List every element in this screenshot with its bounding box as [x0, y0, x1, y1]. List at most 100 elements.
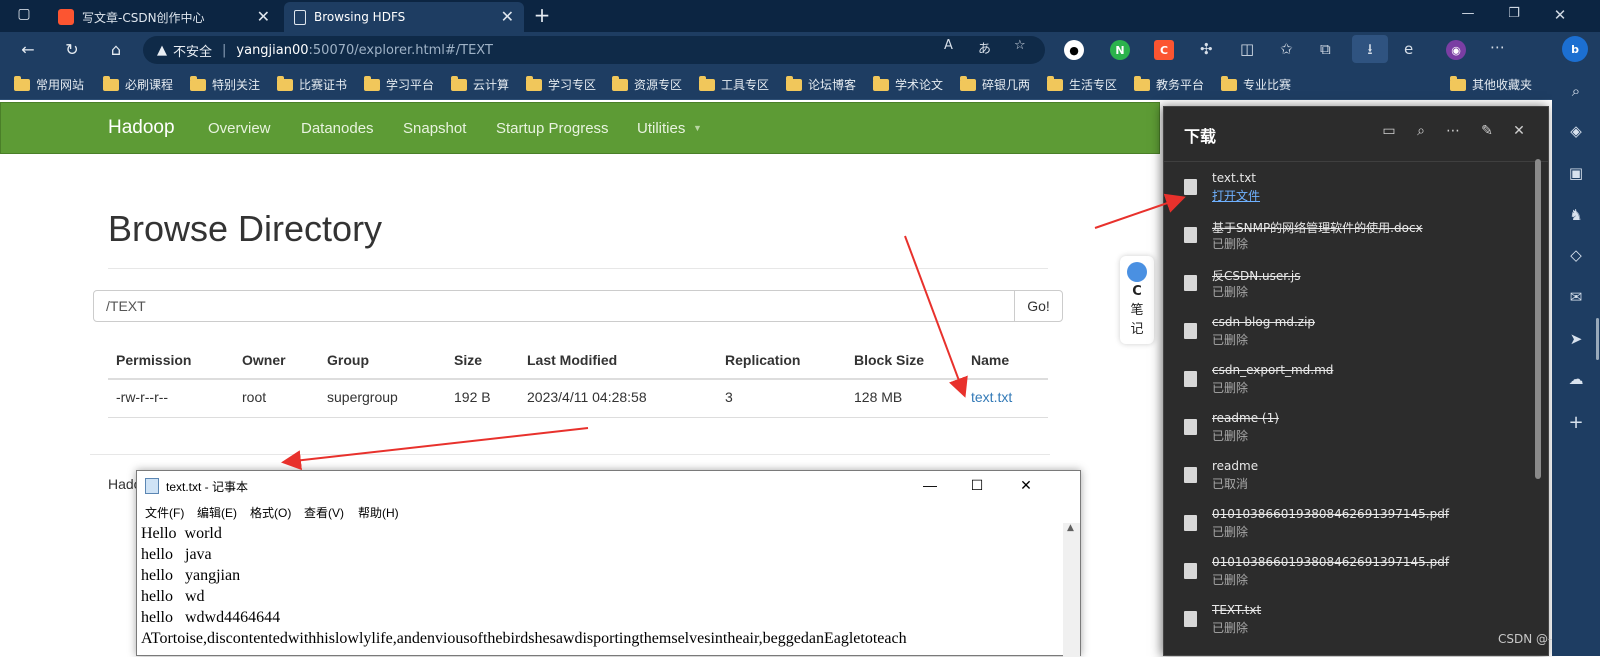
col-size[interactable]: Size — [454, 352, 482, 368]
open-folder-icon[interactable]: ▭ — [1379, 123, 1399, 139]
home-icon[interactable]: ⌂ — [104, 40, 128, 59]
send-icon[interactable]: ➤ — [1566, 330, 1586, 348]
more-options-icon[interactable]: ⋯ — [1443, 123, 1463, 139]
maximize-icon[interactable]: ☐ — [954, 477, 1000, 494]
hadoop-brand[interactable]: Hadoop — [108, 117, 175, 139]
close-window-icon[interactable]: ✕ — [1537, 6, 1583, 24]
bookmark-folder[interactable]: 学习专区 — [526, 75, 596, 93]
bookmark-folder-other[interactable]: 其他收藏夹 — [1450, 75, 1532, 93]
new-tab-icon[interactable]: + — [530, 3, 554, 27]
bookmark-folder[interactable]: 比赛证书 — [277, 75, 347, 93]
scroll-up-icon[interactable]: ▲ — [1067, 523, 1074, 533]
cloud-icon[interactable]: ☁ — [1566, 370, 1586, 388]
add-icon[interactable]: + — [1566, 412, 1586, 433]
extension-ghost-icon[interactable]: ● — [1064, 40, 1084, 60]
collections-icon[interactable]: ⧉ — [1320, 40, 1331, 58]
copilot-icon[interactable]: ◇ — [1566, 246, 1586, 264]
bookmark-folder[interactable]: 论坛博客 — [786, 75, 856, 93]
outlook-icon[interactable]: ✉ — [1566, 288, 1586, 306]
minimize-icon[interactable]: — — [1445, 6, 1491, 21]
more-menu-icon[interactable]: ⋯ — [1490, 38, 1505, 56]
download-item[interactable]: text.txt 打开文件 — [1164, 167, 1530, 215]
col-block-size[interactable]: Block Size — [854, 352, 924, 368]
bookmark-folder[interactable]: 资源专区 — [612, 75, 682, 93]
bookmark-folder[interactable]: 常用网站 — [14, 75, 84, 93]
bookmark-folder[interactable]: 生活专区 — [1047, 75, 1117, 93]
file-link-text-txt[interactable]: text.txt — [971, 389, 1012, 405]
bookmark-folder[interactable]: 特别关注 — [190, 75, 260, 93]
open-file-link[interactable]: 打开文件 — [1212, 187, 1260, 204]
tab-csdn[interactable]: 写文章-CSDN创作中心 ✕ — [48, 2, 280, 32]
download-item[interactable]: 01010386601938084626913971​45.pdf 已删除 — [1164, 503, 1530, 551]
bookmark-folder[interactable]: 工具专区 — [699, 75, 769, 93]
csdn-notes-tab[interactable]: C 笔 记 — [1120, 256, 1154, 344]
extension-csdn-icon[interactable]: C — [1154, 40, 1174, 60]
bookmark-folder[interactable]: 云计算 — [451, 75, 509, 93]
translate-icon[interactable]: あ — [978, 38, 991, 57]
sidebar-scrollbar[interactable] — [1596, 318, 1599, 360]
notepad-text-area[interactable]: Hello world hello java hello yangjian he… — [141, 523, 1046, 657]
split-screen-icon[interactable]: ◫ — [1240, 40, 1254, 58]
download-item[interactable]: TEXT.txt 已删除 — [1164, 599, 1530, 647]
extensions-puzzle-icon[interactable]: ✣ — [1200, 40, 1213, 58]
refresh-icon[interactable]: ↻ — [60, 40, 84, 59]
bookmark-folder[interactable]: 教务平台 — [1134, 75, 1204, 93]
downloads-scrollbar[interactable] — [1535, 159, 1541, 479]
go-button[interactable]: Go! — [1014, 290, 1063, 322]
col-name[interactable]: Name — [971, 352, 1009, 368]
nav-snapshot[interactable]: Snapshot — [403, 120, 466, 137]
bookmark-folder[interactable]: 碎银几两 — [960, 75, 1030, 93]
nav-startup-progress[interactable]: Startup Progress — [496, 120, 609, 137]
profile-avatar[interactable]: ◉ — [1446, 40, 1466, 60]
search-icon[interactable]: ⌕ — [1411, 123, 1431, 139]
download-item[interactable]: 基于SNMP的网络管理软件的使用.docx 已删除 — [1164, 215, 1530, 263]
nav-datanodes[interactable]: Datanodes — [301, 120, 374, 137]
unpin-icon[interactable]: ✎ — [1477, 123, 1497, 139]
menu-help[interactable]: 帮助(H) — [358, 504, 399, 521]
bing-chat-icon[interactable]: b — [1562, 36, 1588, 62]
menu-file[interactable]: 文件(F) — [145, 504, 184, 521]
toolbox-icon[interactable]: ▣ — [1566, 164, 1586, 182]
col-replication[interactable]: Replication — [725, 352, 800, 368]
download-item[interactable]: 0101038660193808462691397145.pdf 已删除 — [1164, 551, 1530, 599]
tab-actions-icon[interactable]: ▢ — [12, 6, 36, 22]
col-group[interactable]: Group — [327, 352, 369, 368]
ie-mode-icon[interactable]: e — [1404, 40, 1413, 58]
games-icon[interactable]: ♞ — [1566, 206, 1586, 224]
favorite-star-icon[interactable]: ☆ — [1014, 38, 1026, 53]
restore-icon[interactable]: ❐ — [1491, 6, 1537, 21]
bookmark-folder[interactable]: 必刷课程 — [103, 75, 173, 93]
close-tab-icon[interactable]: ✕ — [257, 7, 270, 26]
back-icon[interactable]: ← — [16, 40, 40, 59]
download-item[interactable]: csdn_export_md.md 已删除 — [1164, 359, 1530, 407]
nav-utilities[interactable]: Utilities — [637, 120, 685, 137]
directory-path-input[interactable]: /TEXT — [93, 290, 1015, 322]
menu-format[interactable]: 格式(O) — [250, 504, 291, 521]
col-last-modified[interactable]: Last Modified — [527, 352, 617, 368]
download-item[interactable]: csdn-blog-md.zip 已删除 — [1164, 311, 1530, 359]
col-permission[interactable]: Permission — [116, 352, 191, 368]
bookmark-folder[interactable]: 学术论文 — [873, 75, 943, 93]
notepad-scrollbar[interactable]: ▲ — [1063, 523, 1080, 657]
close-window-icon[interactable]: ✕ — [1003, 477, 1049, 494]
bookmark-folder[interactable]: 专业比赛 — [1221, 75, 1291, 93]
close-panel-icon[interactable]: ✕ — [1509, 123, 1529, 139]
search-icon[interactable]: ⌕ — [1566, 82, 1586, 100]
download-item[interactable]: readme (1) 已删除 — [1164, 407, 1530, 455]
col-owner[interactable]: Owner — [242, 352, 286, 368]
tag-icon[interactable]: ◈ — [1566, 122, 1586, 140]
bookmark-folder[interactable]: 学习平台 — [364, 75, 434, 93]
nav-overview[interactable]: Overview — [208, 120, 271, 137]
menu-view[interactable]: 查看(V) — [304, 504, 344, 521]
tab-hdfs[interactable]: Browsing HDFS ✕ — [284, 2, 524, 32]
read-aloud-icon[interactable]: A — [944, 38, 953, 53]
menu-edit[interactable]: 编辑(E) — [197, 504, 237, 521]
address-bar[interactable]: ▲ 不安全 | yangjian00:50070/explorer.html#/… — [143, 36, 1045, 64]
download-item[interactable]: readme 已取消 — [1164, 455, 1530, 503]
extension-n-icon[interactable]: N — [1110, 40, 1130, 60]
download-item[interactable]: 反CSDN.user.js 已删除 — [1164, 263, 1530, 311]
minimize-icon[interactable]: — — [907, 477, 953, 493]
close-tab-icon[interactable]: ✕ — [501, 7, 514, 26]
downloads-icon[interactable]: ⭳ — [1352, 35, 1388, 63]
favorites-icon[interactable]: ✩ — [1280, 40, 1293, 58]
